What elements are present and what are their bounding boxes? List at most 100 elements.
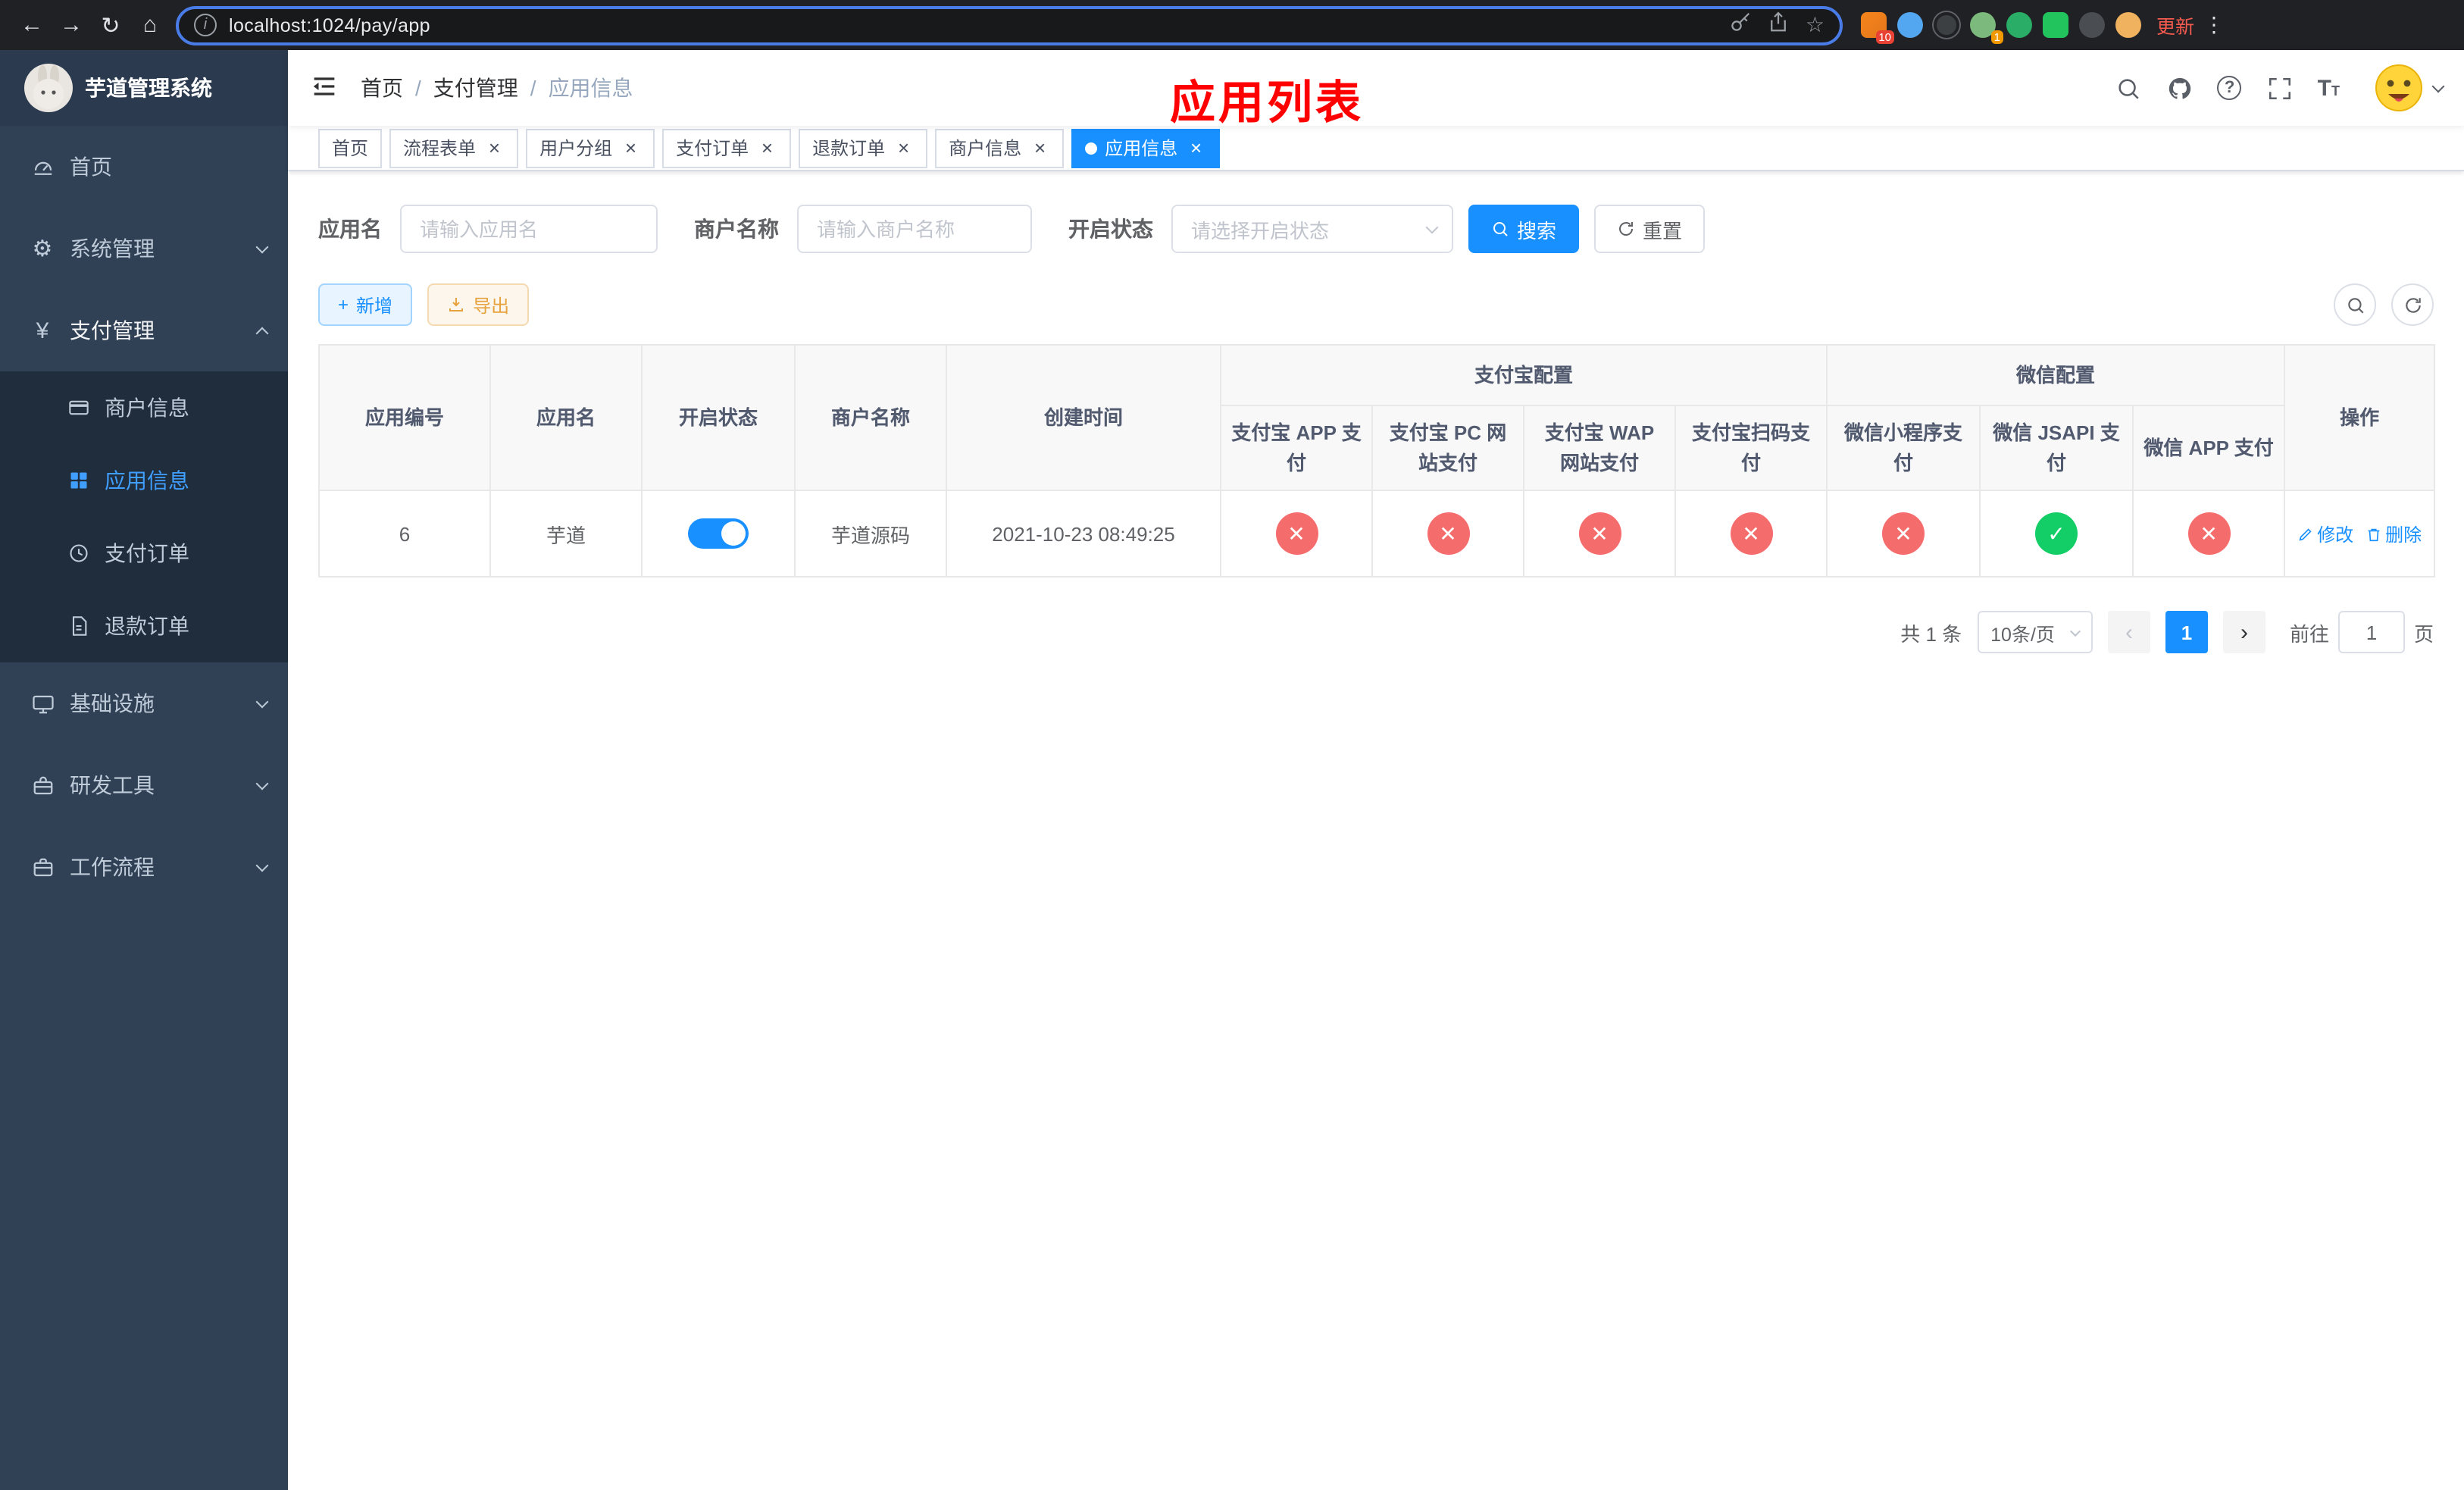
sidebar-item-infra[interactable]: 基础设施: [0, 662, 288, 744]
close-icon[interactable]: ×: [893, 137, 914, 158]
sidebar-item-merchant-info[interactable]: 商户信息: [0, 371, 288, 444]
breadcrumb-item[interactable]: 首页: [361, 73, 403, 103]
merchant-name-label: 商户名称: [694, 217, 779, 241]
merchant-name-input[interactable]: [797, 205, 1032, 253]
chevron-down-icon: [2069, 624, 2081, 637]
app-name-input[interactable]: [400, 205, 658, 253]
extension-icon[interactable]: [2043, 12, 2068, 38]
goto-suffix: 页: [2413, 622, 2434, 645]
browser-update-button[interactable]: 更新: [2156, 11, 2194, 39]
browser-forward-button[interactable]: →: [52, 5, 91, 45]
tab-pay-order[interactable]: 支付订单 ×: [662, 128, 792, 167]
user-menu[interactable]: [2373, 62, 2445, 114]
extension-badge: 1: [1990, 30, 2003, 44]
sidebar-item-system[interactable]: ⚙ 系统管理: [0, 208, 288, 290]
status-select[interactable]: 请选择开启状态: [1171, 205, 1453, 253]
share-icon[interactable]: [1768, 10, 1790, 40]
breadcrumb-item[interactable]: 支付管理: [433, 73, 518, 103]
search-icon[interactable]: [2115, 74, 2142, 102]
export-button[interactable]: 导出: [427, 283, 530, 326]
chevron-up-icon: [255, 327, 269, 340]
sidebar-logo[interactable]: 芋道管理系统: [0, 50, 288, 126]
extension-icon[interactable]: [1934, 12, 1959, 38]
close-icon[interactable]: ×: [620, 137, 641, 158]
goto-page-input[interactable]: [2337, 611, 2405, 653]
sidebar-item-app-info[interactable]: 应用信息: [0, 444, 288, 517]
sidebar-item-home[interactable]: 首页: [0, 126, 288, 208]
tab-app-info[interactable]: 应用信息 ×: [1071, 128, 1221, 167]
extension-icon[interactable]: 10: [1861, 12, 1894, 44]
profile-avatar-icon[interactable]: [2115, 12, 2141, 38]
col-group-wechat: 微信配置: [1826, 344, 2286, 406]
reset-button[interactable]: 重置: [1594, 205, 1706, 253]
tab-user-group[interactable]: 用户分组 ×: [526, 128, 655, 167]
cell-ops: 修改 删除: [2284, 490, 2436, 578]
tab-refund-order[interactable]: 退款订单 ×: [799, 128, 928, 167]
tab-home[interactable]: 首页: [318, 128, 383, 167]
github-icon[interactable]: [2166, 74, 2194, 102]
page-size-value: 10条/页: [1990, 624, 2055, 645]
browser-menu-icon[interactable]: ⋮: [2200, 12, 2228, 38]
sidebar-fold-icon[interactable]: [309, 71, 342, 105]
puzzle-extensions-icon[interactable]: [2079, 12, 2105, 38]
sidebar-item-label: 支付管理: [70, 318, 155, 343]
url-text[interactable]: localhost:1024/pay/app: [229, 14, 1730, 36]
chevron-down-icon: [255, 239, 269, 253]
tab-merchant-info[interactable]: 商户信息 ×: [935, 128, 1065, 167]
breadcrumb-separator: /: [415, 76, 421, 100]
close-icon[interactable]: ×: [483, 137, 505, 158]
breadcrumb-current: 应用信息: [548, 76, 633, 100]
next-page-button[interactable]: ›: [2222, 611, 2265, 653]
active-dot-icon: [1085, 142, 1098, 154]
add-button[interactable]: + 新增: [318, 283, 413, 326]
extension-icon[interactable]: [1897, 12, 1923, 38]
search-button[interactable]: 搜索: [1468, 205, 1580, 253]
edit-link-label: 修改: [2317, 524, 2354, 545]
tags-view: 首页 流程表单 × 用户分组 × 支付订单 × 退款订单 × 商户信息 × 应用…: [288, 126, 2464, 171]
refresh-button[interactable]: [2391, 283, 2434, 326]
tab-process-form[interactable]: 流程表单 ×: [389, 128, 519, 167]
breadcrumb-separator: /: [530, 76, 536, 100]
font-size-icon[interactable]: TT: [2318, 75, 2340, 101]
status-label: 开启状态: [1068, 217, 1153, 241]
page-number-button[interactable]: 1: [2165, 611, 2208, 653]
col-header-app-name: 应用名: [489, 344, 643, 491]
prev-page-button[interactable]: ‹: [2107, 611, 2150, 653]
close-icon[interactable]: ×: [756, 137, 777, 158]
delete-link[interactable]: 删除: [2366, 521, 2422, 546]
site-info-icon[interactable]: i: [194, 14, 217, 36]
password-key-icon[interactable]: [1730, 10, 1753, 40]
fullscreen-icon[interactable]: [2266, 74, 2294, 102]
sidebar-item-payment[interactable]: ¥ 支付管理: [0, 290, 288, 371]
extension-icon[interactable]: 1: [1970, 12, 2003, 44]
sidebar-submenu-payment: 商户信息 应用信息 支付订单 退款订单: [0, 371, 288, 662]
browser-reload-button[interactable]: ↻: [91, 5, 130, 45]
extension-icon[interactable]: [2006, 12, 2032, 38]
app-title: 芋道管理系统: [85, 76, 212, 100]
trash-icon: [2368, 527, 2380, 541]
status-check-icon: ✓: [2035, 512, 2078, 555]
sidebar-item-workflow[interactable]: 工作流程: [0, 826, 288, 908]
url-bar[interactable]: i localhost:1024/pay/app ☆: [176, 5, 1843, 45]
edit-link[interactable]: 修改: [2297, 521, 2353, 546]
help-icon[interactable]: ?: [2217, 76, 2242, 100]
search-button-label: 搜索: [1517, 219, 1557, 242]
sidebar-item-dev-tools[interactable]: 研发工具: [0, 744, 288, 826]
browser-home-button[interactable]: ⌂: [130, 5, 170, 45]
close-icon[interactable]: ×: [1185, 137, 1206, 158]
sidebar-item-pay-order[interactable]: 支付订单: [0, 517, 288, 590]
cell-alipay-qr: ✕: [1674, 490, 1828, 578]
bookmark-star-icon[interactable]: ☆: [1806, 12, 1825, 38]
sidebar-item-refund-order[interactable]: 退款订单: [0, 590, 288, 662]
tab-label: 退款订单: [812, 138, 886, 159]
extension-badge: 10: [1875, 30, 1894, 44]
sidebar-item-label: 工作流程: [70, 855, 155, 879]
sidebar-item-label: 基础设施: [70, 691, 155, 715]
app-name-label: 应用名: [318, 217, 382, 241]
browser-back-button[interactable]: ←: [12, 5, 52, 45]
document-icon: [67, 615, 89, 637]
close-icon[interactable]: ×: [1029, 137, 1050, 158]
status-toggle[interactable]: [688, 518, 749, 549]
toggle-search-button[interactable]: [2334, 283, 2376, 326]
page-size-select[interactable]: 10条/页: [1977, 611, 2093, 653]
